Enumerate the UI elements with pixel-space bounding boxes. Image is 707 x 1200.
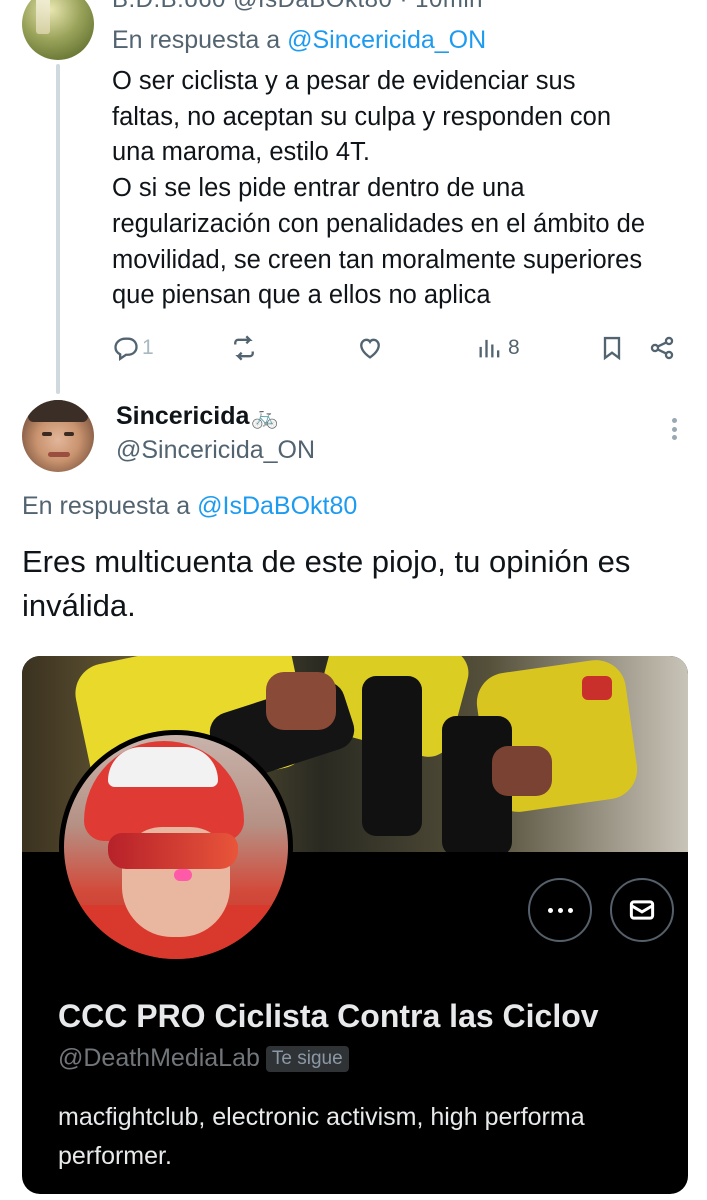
like-icon <box>360 338 380 359</box>
tweet-text-line: Eres multicuenta de este piojo, tu opini… <box>22 544 631 579</box>
bicycle-icon: 🚲 <box>251 403 279 429</box>
reply-icon <box>114 337 138 361</box>
share-icon <box>650 336 674 360</box>
like-button[interactable] <box>356 330 386 366</box>
reply-tweet-text: O ser ciclista y a pesar de evidenciar s… <box>112 64 697 314</box>
follows-you-badge: Te sigue <box>265 1045 349 1072</box>
embedded-profile-image[interactable]: CCC PRO Ciclista Contra las Ciclov @Deat… <box>22 656 688 1194</box>
thread-line <box>56 64 60 394</box>
reply-context-mention[interactable]: @IsDaBOkt80 <box>197 492 357 520</box>
profile-handle-row: @DeathMediaLab Te sigue <box>58 1044 349 1073</box>
reply-context-prefix: En respuesta a <box>22 492 191 520</box>
tweet-text-line: que piensan que a ellos no aplica <box>112 281 491 310</box>
reply-author-avatar[interactable] <box>22 0 94 60</box>
tweet-text-line: faltas, no aceptan su culpa y responden … <box>112 102 612 131</box>
tweet-text-line: inválida. <box>22 588 136 623</box>
profile-bio-line: performer. <box>58 1142 172 1170</box>
share-button[interactable] <box>648 330 676 366</box>
profile-message-button <box>610 878 674 942</box>
bookmark-button[interactable] <box>598 330 626 366</box>
tweet-action-bar: 1 8 <box>112 330 682 366</box>
reply-context: En respuesta a @Sincericida_ON <box>112 26 486 55</box>
profile-handle: @DeathMediaLab <box>58 1044 260 1072</box>
tweet-text: Eres multicuenta de este piojo, tu opini… <box>22 540 692 628</box>
retweet-button[interactable] <box>230 330 260 366</box>
views-count: 8 <box>508 336 520 359</box>
tweet-text-line: movilidad, se creen tan moralmente super… <box>112 245 643 274</box>
reply-context-mention[interactable]: @Sincericida_ON <box>287 26 486 54</box>
author-name-text: Sincericida <box>116 402 250 430</box>
profile-bio-line: macfightclub, electronic activism, high … <box>58 1103 585 1131</box>
retweet-icon <box>234 335 254 361</box>
envelope-icon <box>629 900 655 920</box>
reply-tweet-header: B.D.B.o60 @IsDaBOkt80 · 10min <box>112 0 483 14</box>
profile-name: CCC PRO Ciclista Contra las Ciclov <box>58 998 599 1034</box>
reply-context: En respuesta a @IsDaBOkt80 <box>22 492 357 521</box>
more-options-icon[interactable] <box>664 414 684 444</box>
reply-button[interactable]: 1 <box>112 330 154 366</box>
author-display-name[interactable]: Sincericida 🚲 <box>116 402 279 431</box>
tweet-text-line: una maroma, estilo 4T. <box>112 138 370 167</box>
profile-avatar <box>59 730 293 964</box>
views-button[interactable]: 8 <box>476 330 520 366</box>
author-avatar[interactable] <box>22 400 94 472</box>
author-handle[interactable]: @Sincericida_ON <box>116 436 315 465</box>
reply-context-prefix: En respuesta a <box>112 26 281 54</box>
profile-bio: macfightclub, electronic activism, high … <box>58 1098 585 1176</box>
more-dots-icon <box>547 907 573 913</box>
profile-more-button <box>528 878 592 942</box>
views-icon <box>479 339 500 358</box>
tweet-text-line: O ser ciclista y a pesar de evidenciar s… <box>112 67 576 95</box>
tweet-text-line: regularización con penalidades en el ámb… <box>112 209 646 238</box>
tweet-text-line: O si se les pide entrar dentro de una <box>112 174 525 203</box>
reply-count: 1 <box>142 336 154 359</box>
bookmark-icon <box>603 336 621 361</box>
